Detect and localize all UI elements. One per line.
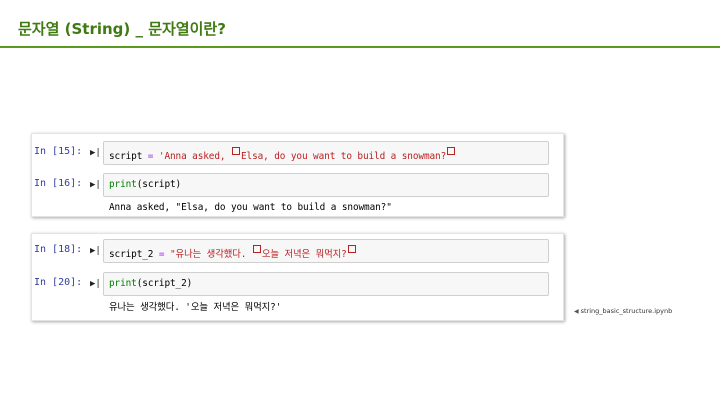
code-string: 오늘 저녁은 뭐먹지? <box>261 249 347 261</box>
code-args: (script) <box>136 179 182 190</box>
slide-title: 문자열 (String) _ 문자열이란? <box>18 20 226 38</box>
cell-prompt: In [16]: <box>34 178 83 189</box>
cell-input[interactable]: print(script) <box>103 173 549 197</box>
run-cell-icon[interactable]: ▶​| <box>90 246 101 256</box>
cell-prompt: In [20]: <box>34 277 83 288</box>
cell-input[interactable]: script_2 = "유나는 생각했다. 오늘 저녁은 뭐먹지? <box>103 239 549 263</box>
control-char-icon <box>252 245 261 253</box>
code-operator: = <box>153 249 170 261</box>
code-line: print(script) <box>109 179 181 190</box>
notebook-filename: ◀ string_basic_structure.ipynb <box>574 307 672 315</box>
code-cell[interactable]: In [20]: ▶​| print(script_2) <box>32 272 563 296</box>
code-builtin: print <box>109 278 137 289</box>
notebook-panel-1: In [15]: ▶​| script = 'Anna asked, Elsa,… <box>31 133 564 217</box>
code-cell[interactable]: In [18]: ▶​| script_2 = "유나는 생각했다. 오늘 저녁… <box>32 239 563 263</box>
triangle-left-icon: ◀ <box>574 308 579 315</box>
code-builtin: print <box>109 179 137 190</box>
cell-prompt: In [15]: <box>34 146 83 157</box>
control-char-icon <box>231 147 240 155</box>
code-operator: = <box>142 151 159 163</box>
cell-output: 유나는 생각했다. '오늘 저녁은 뭐먹지?' <box>109 302 282 313</box>
cell-output: Anna asked, "Elsa, do you want to build … <box>109 202 392 213</box>
filename-text: string_basic_structure.ipynb <box>580 307 673 315</box>
code-string: 'Anna asked, <box>158 151 231 163</box>
run-cell-icon[interactable]: ▶​| <box>90 279 101 289</box>
code-string: Elsa, do you want to build a snowman? <box>240 151 447 163</box>
code-args: (script_2) <box>136 278 193 289</box>
run-cell-icon[interactable]: ▶​| <box>90 180 101 190</box>
title-divider <box>0 46 720 48</box>
code-cell[interactable]: In [16]: ▶​| print(script) <box>32 173 563 197</box>
control-char-icon <box>347 245 356 253</box>
notebook-panel-2: In [18]: ▶​| script_2 = "유나는 생각했다. 오늘 저녁… <box>31 233 564 321</box>
cell-input[interactable]: print(script_2) <box>103 272 549 296</box>
code-string: "유나는 생각했다. <box>170 249 252 261</box>
code-line: script = 'Anna asked, Elsa, do you want … <box>109 147 456 162</box>
code-cell[interactable]: In [15]: ▶​| script = 'Anna asked, Elsa,… <box>32 141 563 165</box>
cell-input[interactable]: script = 'Anna asked, Elsa, do you want … <box>103 141 549 165</box>
control-char-icon <box>447 147 456 155</box>
code-variable: script_2 <box>109 249 154 261</box>
code-line: print(script_2) <box>109 278 192 289</box>
run-cell-icon[interactable]: ▶​| <box>90 148 101 158</box>
cell-prompt: In [18]: <box>34 244 83 255</box>
code-line: script_2 = "유나는 생각했다. 오늘 저녁은 뭐먹지? <box>109 245 357 260</box>
code-variable: script <box>109 151 143 163</box>
